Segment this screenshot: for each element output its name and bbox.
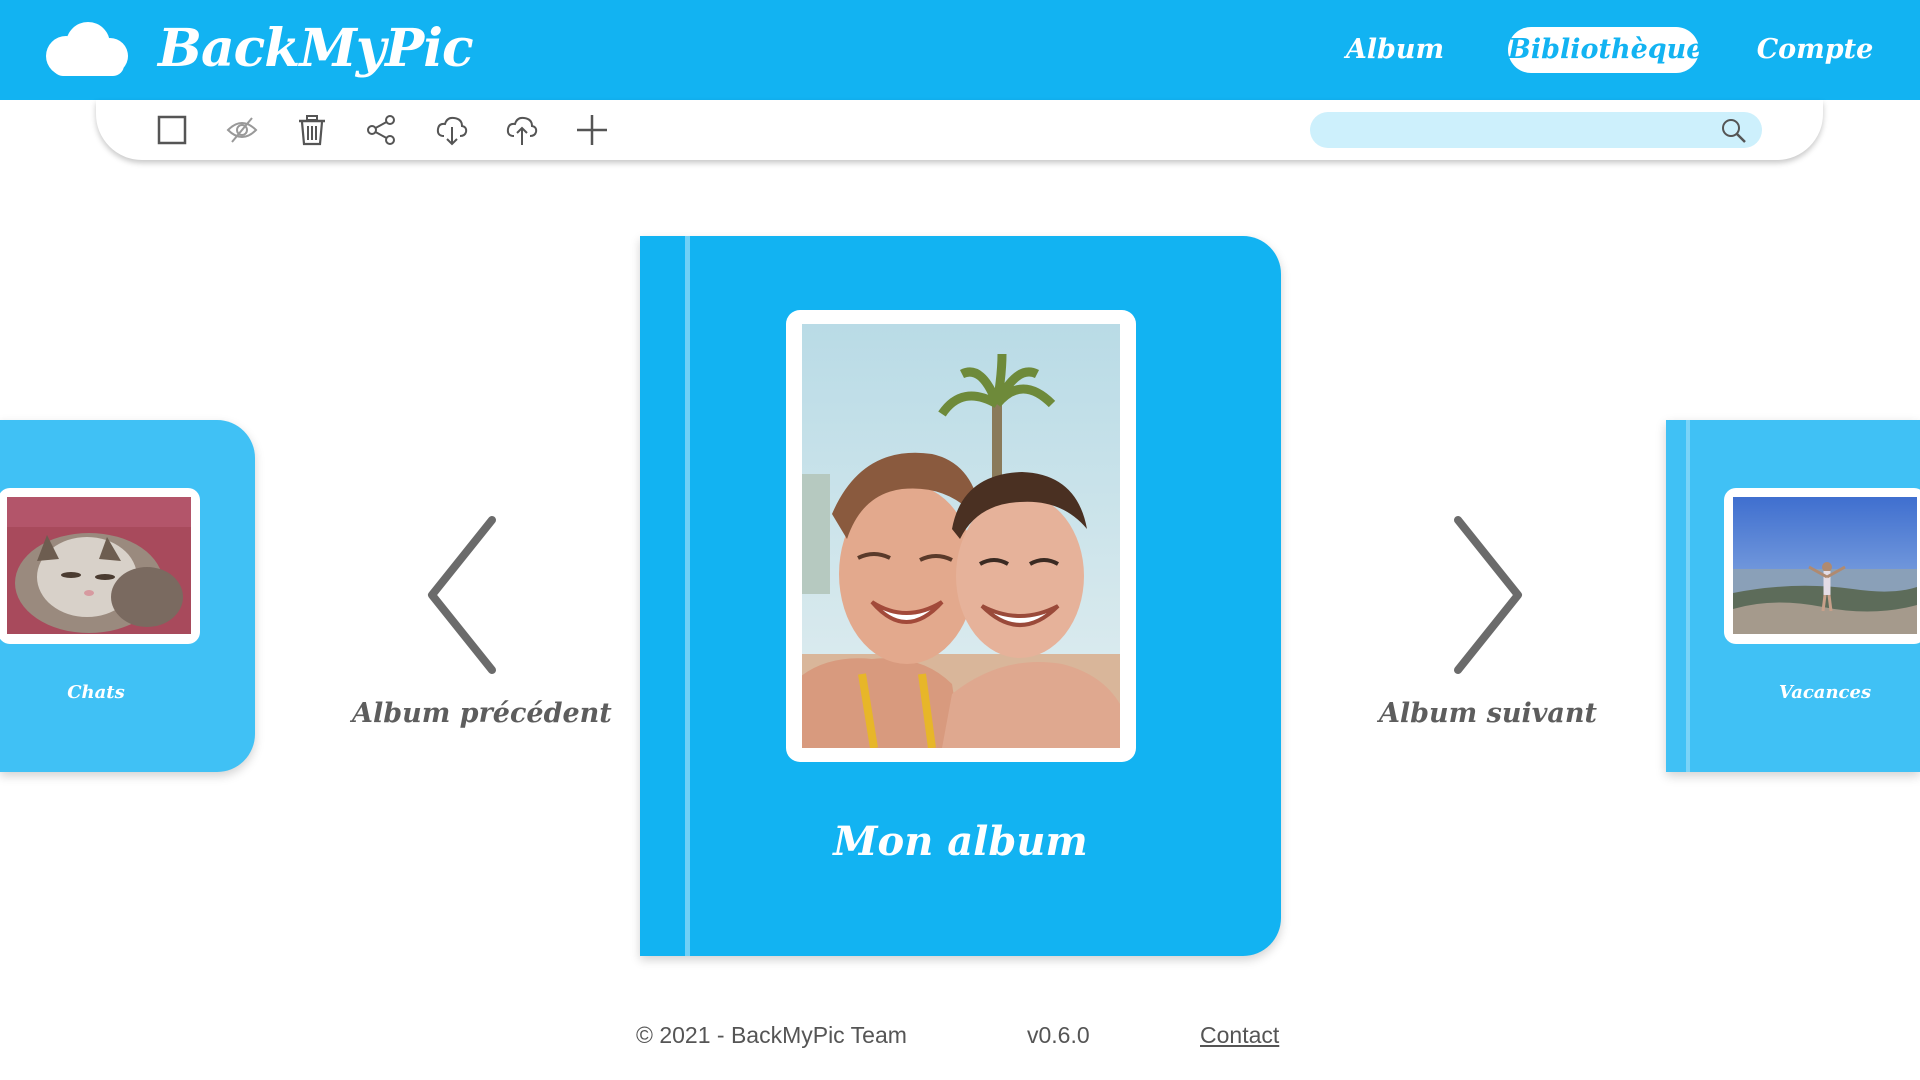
cat-photo [7,497,191,634]
eye-off-icon[interactable] [224,112,260,148]
nav-album[interactable]: Album [1330,27,1460,73]
album-title-previous: Chats [67,682,125,703]
album-title-current: Mon album [833,818,1088,865]
cloud-download-icon[interactable] [434,112,470,148]
nav-compte[interactable]: Compte [1750,27,1880,73]
share-icon[interactable] [364,112,400,148]
album-cover-frame [1724,488,1920,644]
footer-version: v0.6.0 [1027,1022,1090,1048]
album-card-next[interactable]: Vacances [1666,420,1920,772]
nav-bibliotheque[interactable]: Bibliothèque [1508,27,1703,73]
brand-logo-text[interactable]: BackMyPic [158,18,474,79]
search-input[interactable] [1324,112,1704,148]
search-icon[interactable] [1720,117,1748,145]
next-album-label[interactable]: Album suivant [1378,698,1598,729]
plus-icon[interactable] [574,112,610,148]
album-title-next: Vacances [1778,682,1872,703]
action-toolbar [96,100,1823,160]
album-card-current[interactable]: Mon album [640,236,1281,956]
album-card-previous[interactable]: Chats [0,420,255,772]
search-box [1310,112,1762,148]
cloud-logo-icon[interactable] [38,18,134,82]
cloud-upload-icon[interactable] [504,112,540,148]
chevron-right-icon[interactable] [1450,512,1526,678]
top-header: BackMyPic Album Bibliothèque Compte [0,0,1920,100]
trash-icon[interactable] [294,112,330,148]
footer-contact-link[interactable]: Contact [1200,1022,1279,1049]
footer-copyright: © 2021 - BackMyPic Team [636,1022,907,1048]
landscape-photo [1733,497,1917,634]
album-cover-frame [0,488,200,644]
selfie-photo [802,324,1120,748]
chevron-left-icon[interactable] [424,512,500,678]
album-spine [1686,420,1690,772]
album-cover-frame [786,310,1136,762]
checkbox-icon[interactable] [154,112,190,148]
previous-album-label[interactable]: Album précédent [352,698,612,729]
